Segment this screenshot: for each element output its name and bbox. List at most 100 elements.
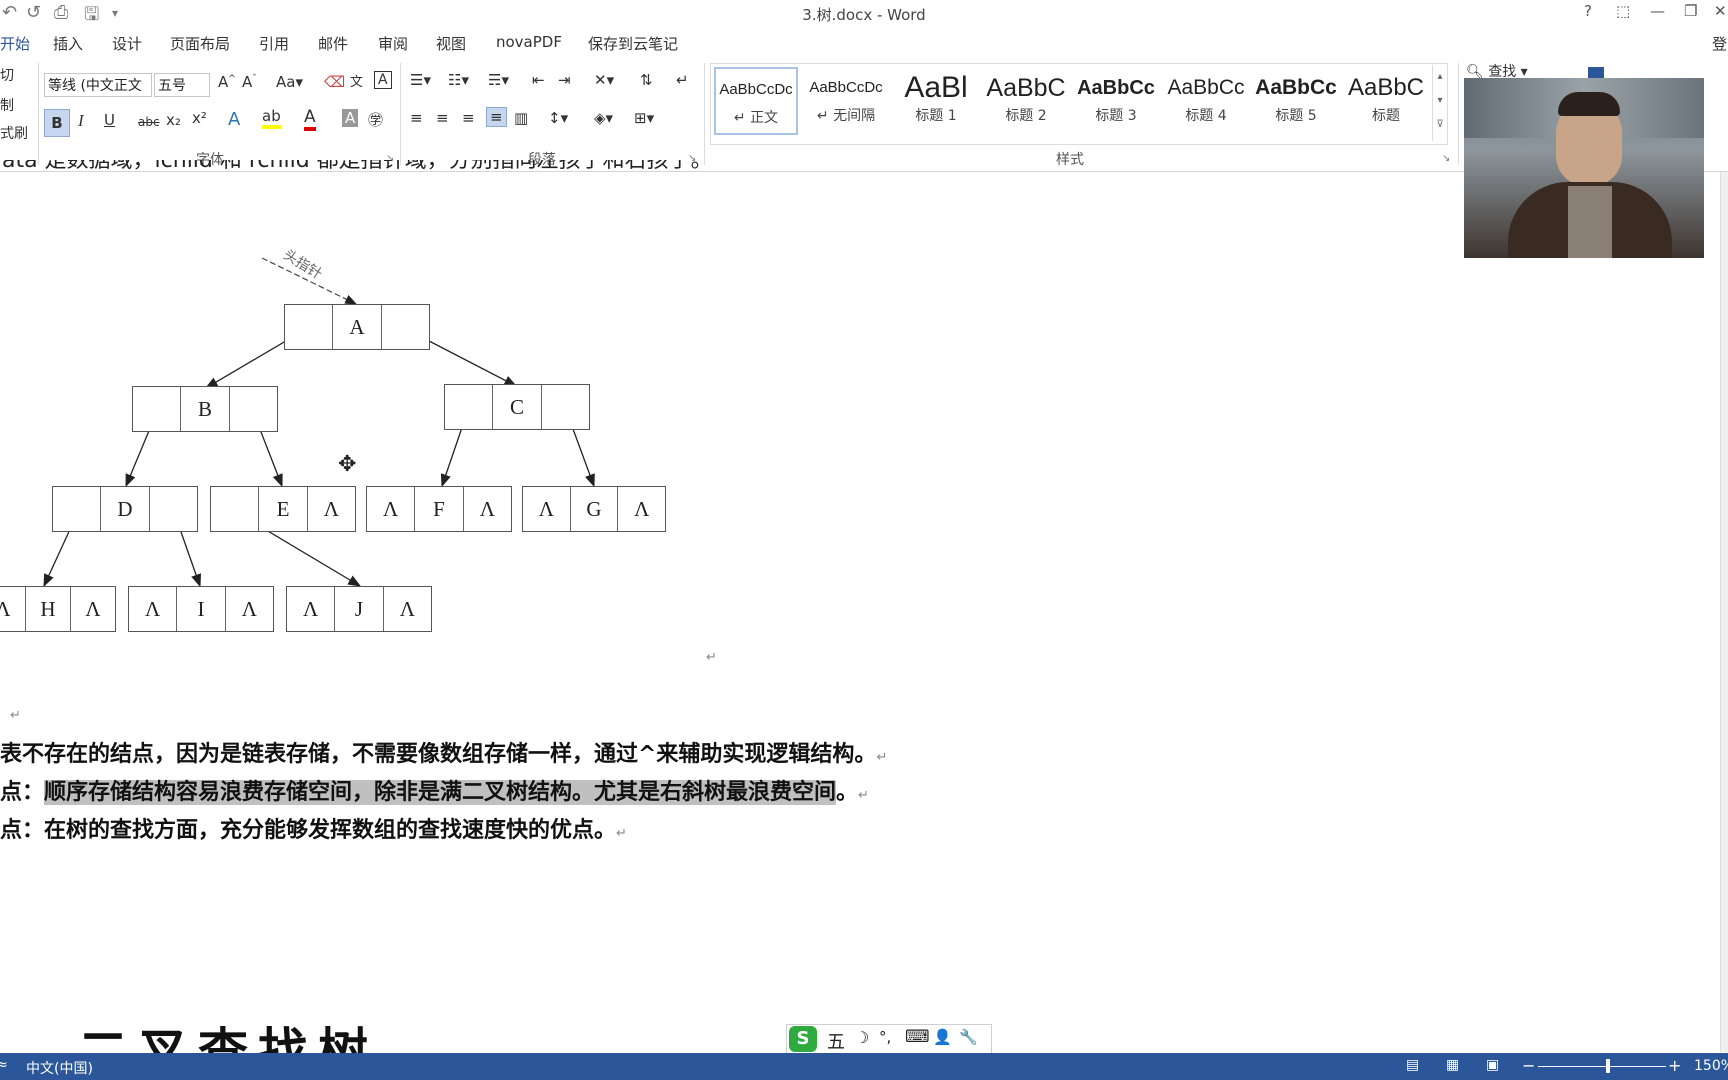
strikethrough-button[interactable]: abc bbox=[138, 115, 160, 129]
user-icon[interactable]: 👤 bbox=[933, 1028, 952, 1046]
text-effects-icon[interactable]: A bbox=[228, 109, 240, 130]
tree-node-g: Λ G Λ bbox=[522, 486, 666, 532]
tab-home[interactable]: 开始 bbox=[0, 33, 30, 54]
line-spacing-icon[interactable]: ↕▾ bbox=[548, 109, 568, 127]
tab-insert[interactable]: 插入 bbox=[53, 33, 83, 54]
style-heading-4[interactable]: AaBbCc 标题 4 bbox=[1164, 67, 1248, 133]
cut-button[interactable]: 切 bbox=[0, 65, 14, 85]
style-title[interactable]: AaBbC 标题 bbox=[1344, 67, 1428, 133]
style-heading-5[interactable]: AaBbCc 标题 5 bbox=[1254, 67, 1338, 133]
style-heading-1[interactable]: AaBl 标题 1 bbox=[894, 67, 978, 133]
font-color-icon[interactable]: A bbox=[304, 107, 316, 131]
underline-button[interactable]: U bbox=[104, 111, 115, 129]
tab-review[interactable]: 审阅 bbox=[378, 33, 408, 54]
increase-indent-icon[interactable]: ⇥ bbox=[558, 71, 571, 89]
zoom-in-button[interactable]: + bbox=[1668, 1056, 1681, 1075]
tab-references[interactable]: 引用 bbox=[259, 33, 289, 54]
web-layout-icon[interactable]: ▣ bbox=[1486, 1057, 1499, 1073]
zoom-level[interactable]: 150% bbox=[1694, 1058, 1728, 1074]
style-sample: AaBbC bbox=[986, 74, 1066, 102]
align-center-icon[interactable]: ≡ bbox=[436, 109, 449, 127]
zoom-slider-track[interactable] bbox=[1538, 1066, 1666, 1067]
align-left-icon[interactable]: ≡ bbox=[410, 109, 423, 127]
node-b-rchild bbox=[230, 387, 277, 431]
tab-layout[interactable]: 页面布局 bbox=[170, 33, 230, 54]
node-j-lchild: Λ bbox=[287, 587, 336, 631]
subscript-button[interactable]: x₂ bbox=[166, 111, 181, 129]
style-heading-3[interactable]: AaBbCc 标题 3 bbox=[1074, 67, 1158, 133]
node-e-data: E bbox=[259, 487, 308, 531]
node-e-lchild bbox=[211, 487, 260, 531]
italic-button[interactable]: I bbox=[78, 111, 84, 131]
minimize-button[interactable]: — bbox=[1650, 2, 1665, 20]
tab-design[interactable]: 设计 bbox=[112, 33, 142, 54]
node-b-data: B bbox=[181, 387, 230, 431]
decrease-indent-icon[interactable]: ⇤ bbox=[532, 71, 545, 89]
grow-font-icon[interactable]: A^ bbox=[218, 73, 236, 91]
superscript-button[interactable]: x² bbox=[192, 109, 207, 127]
tab-cloud-note[interactable]: 保存到云笔记 bbox=[588, 33, 678, 54]
numbering-icon[interactable]: ☷▾ bbox=[448, 71, 469, 89]
enclose-chars-icon[interactable]: ㊫ bbox=[368, 109, 383, 130]
multilevel-list-icon[interactable]: ☴▾ bbox=[488, 71, 509, 89]
node-d-lchild bbox=[53, 487, 102, 531]
tab-view[interactable]: 视图 bbox=[436, 33, 466, 54]
phonetic-guide-icon[interactable]: 文 bbox=[350, 71, 363, 90]
clear-formatting-icon[interactable]: ⌫ bbox=[324, 73, 345, 91]
node-j-rchild: Λ bbox=[399, 597, 415, 621]
highlight-color-icon[interactable]: ab bbox=[262, 107, 281, 129]
align-right-icon[interactable]: ≡ bbox=[462, 109, 475, 127]
node-b-lchild bbox=[133, 387, 182, 431]
print-layout-icon[interactable]: ▦ bbox=[1446, 1057, 1459, 1073]
change-case-icon[interactable]: Aa▾ bbox=[276, 73, 303, 91]
node-h-lchild: Λ bbox=[0, 587, 26, 631]
style-no-spacing[interactable]: AaBbCcDc ↵ 无间隔 bbox=[804, 67, 888, 133]
node-c-rchild bbox=[542, 385, 589, 429]
ime-toolbar[interactable]: S 五 ☽ °, ⌨ 👤 🔧 bbox=[786, 1024, 992, 1054]
read-mode-icon[interactable]: ▤ bbox=[1406, 1057, 1419, 1073]
tab-novapdf[interactable]: novaPDF bbox=[496, 33, 562, 51]
keyboard-icon[interactable]: ⌨ bbox=[905, 1027, 930, 1047]
style-heading-2[interactable]: AaBbC 标题 2 bbox=[984, 67, 1068, 133]
title-bar: ↶ ↺ ⎙ 🖫 ▾ 3.树.docx - Word ? ⬚ — ❐ ✕ bbox=[0, 0, 1728, 27]
sogou-logo-icon[interactable]: S bbox=[789, 1026, 817, 1052]
justify-icon[interactable]: ≡ bbox=[486, 107, 507, 127]
sign-in-link[interactable]: 登 bbox=[1712, 33, 1727, 54]
copy-button[interactable]: 制 bbox=[0, 95, 14, 115]
asian-layout-icon[interactable]: ✕▾ bbox=[594, 71, 614, 89]
language-indicator[interactable]: 中文(中国) bbox=[26, 1058, 93, 1078]
moon-icon[interactable]: ☽ bbox=[855, 1028, 869, 1047]
styles-dialog-launcher-icon[interactable]: ↘ bbox=[1442, 153, 1450, 164]
node-e-rchild: Λ bbox=[323, 497, 339, 521]
restore-button[interactable]: ❐ bbox=[1684, 2, 1697, 20]
show-marks-icon[interactable]: ↵ bbox=[676, 71, 689, 89]
zoom-out-button[interactable]: − bbox=[1522, 1056, 1535, 1075]
bold-button[interactable]: B bbox=[44, 109, 70, 137]
ribbon-display-button[interactable]: ⬚ bbox=[1616, 2, 1630, 20]
zoom-slider-thumb[interactable] bbox=[1606, 1059, 1610, 1073]
style-normal[interactable]: AaBbCcDc ↵ 正文 bbox=[714, 67, 798, 135]
font-name-combo[interactable]: 等线 (中文正文 bbox=[44, 73, 152, 97]
format-painter-button[interactable]: 式刷 bbox=[0, 123, 28, 143]
close-button[interactable]: ✕ bbox=[1714, 2, 1727, 20]
shrink-font-icon[interactable]: Aˇ bbox=[242, 73, 257, 91]
styles-scroll[interactable]: ▴ ▾ ⊽ bbox=[1432, 65, 1447, 141]
borders-icon[interactable]: ⊞▾ bbox=[634, 109, 654, 127]
bullets-icon[interactable]: ☰▾ bbox=[410, 71, 431, 89]
font-size-combo[interactable]: 五号 bbox=[154, 73, 210, 97]
char-border-icon[interactable]: A bbox=[374, 71, 392, 89]
vertical-scrollbar[interactable] bbox=[1720, 172, 1728, 1052]
help-button[interactable]: ? bbox=[1584, 2, 1592, 20]
shading-icon[interactable]: ◈▾ bbox=[594, 109, 613, 127]
distributed-icon[interactable]: ▥ bbox=[514, 109, 528, 127]
node-i-rchild: Λ bbox=[241, 597, 257, 621]
tab-mailings[interactable]: 邮件 bbox=[318, 33, 348, 54]
punctuation-icon[interactable]: °, bbox=[879, 1028, 891, 1046]
char-shading-icon[interactable]: A bbox=[342, 109, 359, 127]
tree-node-h: Λ H Λ bbox=[0, 586, 116, 632]
style-name: 标题 2 bbox=[1005, 108, 1047, 124]
sort-icon[interactable]: ⇅ bbox=[640, 71, 653, 89]
ime-mode-label[interactable]: 五 bbox=[827, 1028, 845, 1054]
node-i-data: I bbox=[177, 587, 226, 631]
tools-icon[interactable]: 🔧 bbox=[959, 1028, 978, 1046]
